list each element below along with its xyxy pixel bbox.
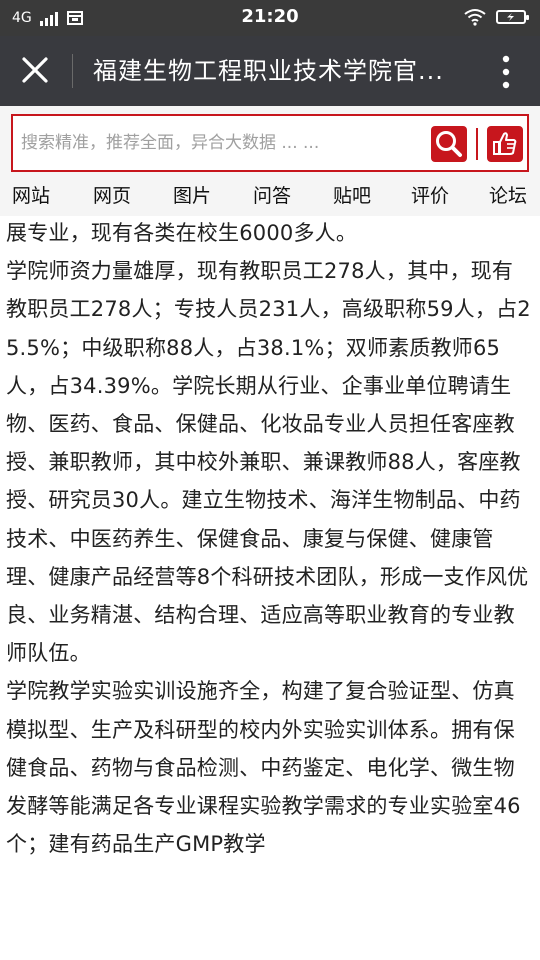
close-icon [22, 57, 48, 83]
page-title: 福建生物工程职业技术学院官... [93, 57, 444, 85]
tab-forum[interactable]: 论坛 [489, 182, 527, 210]
status-right [464, 8, 529, 26]
article-paragraph: 学院师资力量雄厚，现有教职员工278人，其中，现有教职员工278人；专技人员23… [6, 259, 531, 666]
more-options-button[interactable] [496, 54, 516, 90]
battery-icon [496, 10, 529, 24]
search-area [0, 106, 540, 180]
status-bar: 4G 21:20 [0, 0, 540, 36]
search-icon [436, 131, 462, 157]
tab-website[interactable]: 网站 [12, 182, 50, 210]
search-input[interactable] [21, 126, 421, 160]
search-button[interactable] [431, 126, 467, 162]
tab-webpage[interactable]: 网页 [93, 182, 131, 210]
article-body: 展专业，现有各类在校生6000多人。 学院师资力量雄厚，现有教职员工278人，其… [6, 216, 534, 863]
article-paragraph: 学院教学实验实训设施齐全，构建了复合验证型、仿真模拟型、生产及科研型的校内外实验… [6, 679, 521, 857]
mobile-page: 4G 21:20 福建生物工程职业技术学院官... 搜索精准，推荐全面，异合大数… [0, 0, 540, 960]
search-box [11, 114, 529, 172]
thumbs-up-icon [493, 132, 517, 155]
recommend-button[interactable] [487, 126, 523, 162]
tab-tieba[interactable]: 贴吧 [333, 182, 371, 210]
tab-qa[interactable]: 问答 [253, 182, 291, 210]
title-bar: 福建生物工程职业技术学院官... [0, 36, 540, 106]
article-paragraph: 展专业，现有各类在校生6000多人。 [6, 221, 358, 245]
article-content: 展专业，现有各类在校生6000多人。 学院师资力量雄厚，现有教职员工278人，其… [0, 216, 540, 960]
title-divider [72, 54, 73, 88]
search-divider [476, 128, 478, 160]
status-time: 21:20 [241, 6, 299, 27]
close-button[interactable] [14, 53, 54, 89]
tab-reviews[interactable]: 评价 [411, 182, 449, 210]
more-vertical-icon [502, 55, 510, 89]
nav-tabs: 网站 网页 图片 问答 贴吧 评价 论坛 [0, 180, 540, 216]
wifi-icon [464, 9, 486, 26]
tab-images[interactable]: 图片 [173, 182, 211, 210]
